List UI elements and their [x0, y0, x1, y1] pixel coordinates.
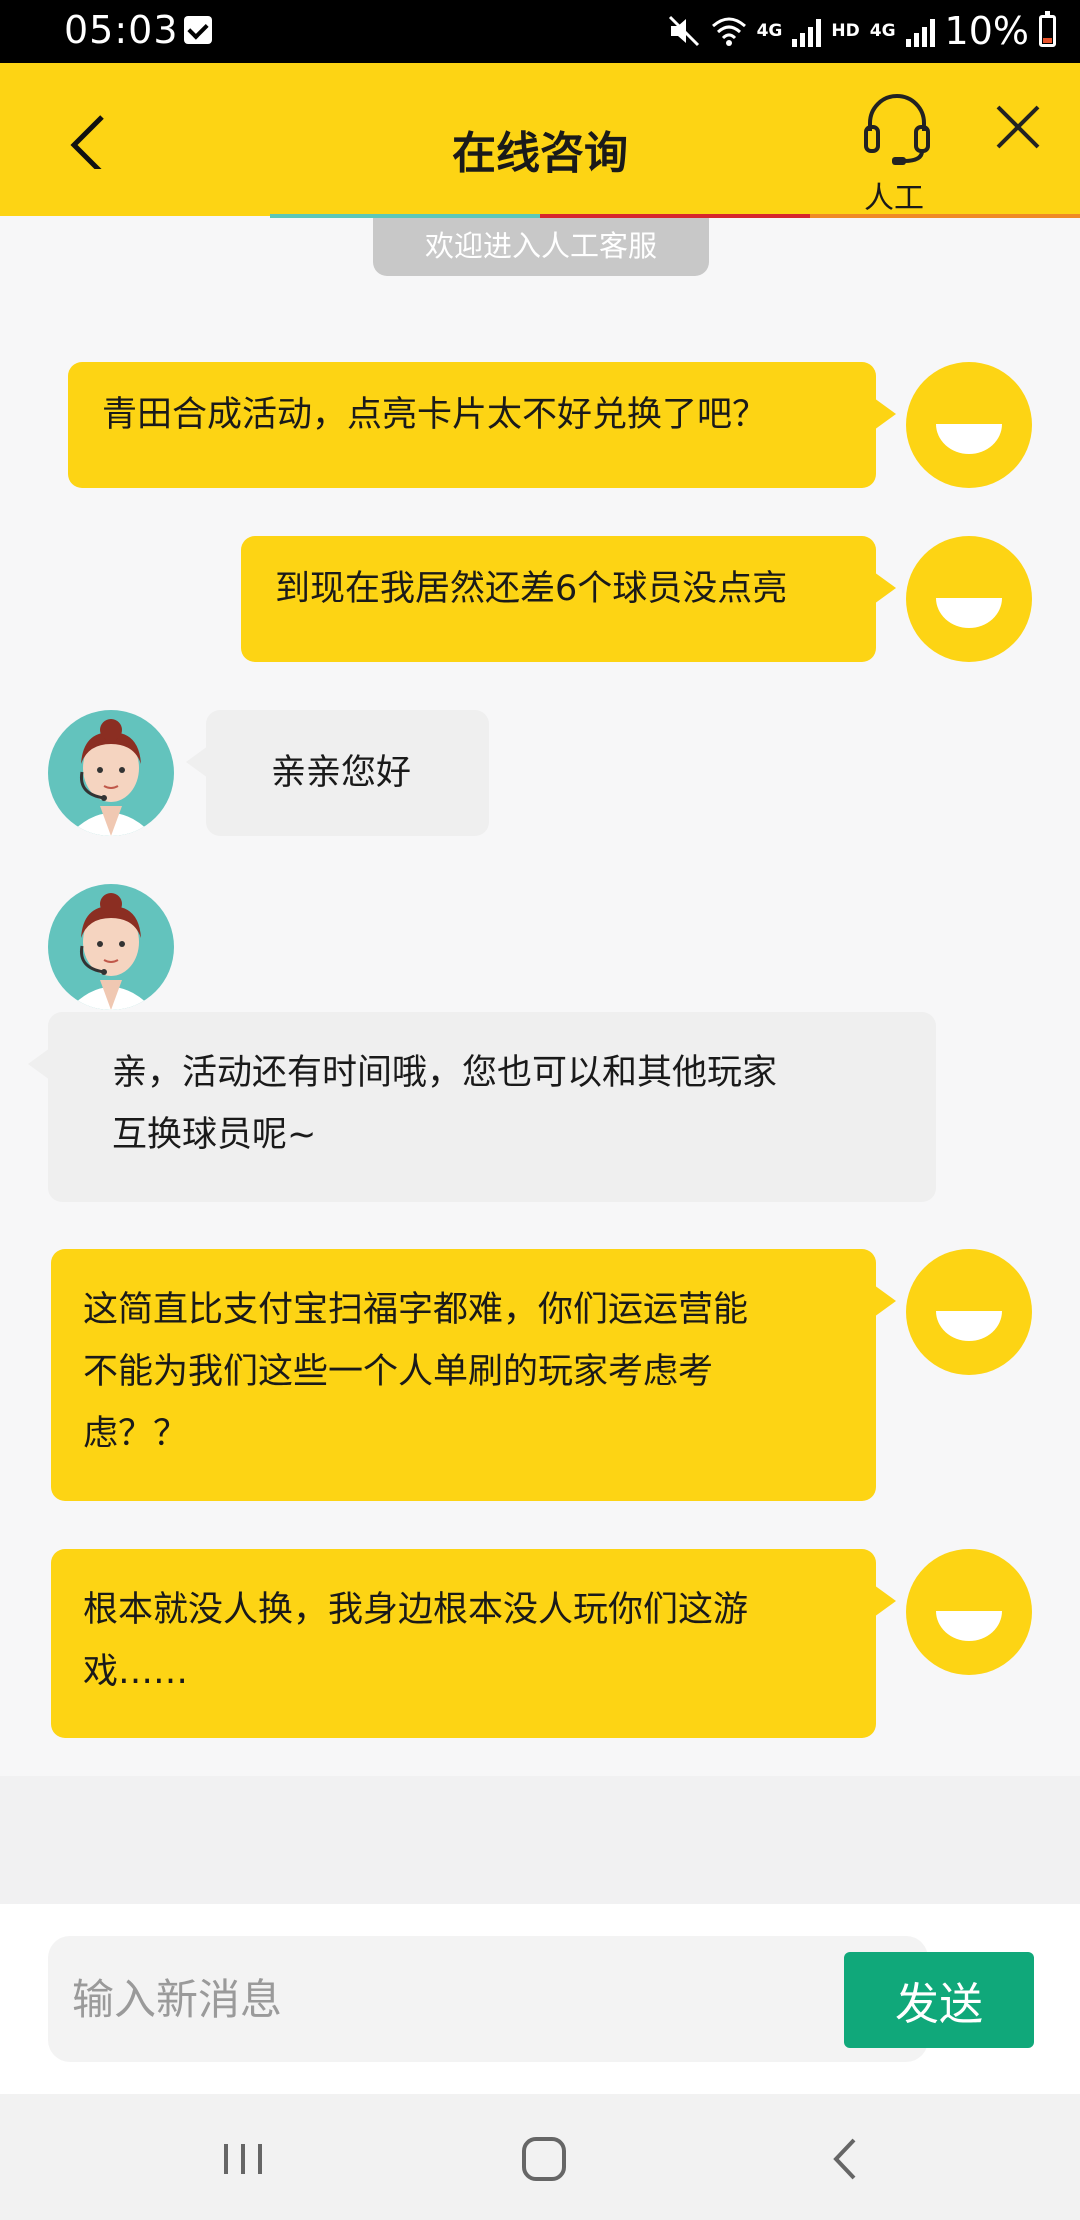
agent-avatar [48, 710, 174, 836]
message-line: 不能为我们这些一个人单刷的玩家考虑考 [83, 1352, 714, 1392]
mute-icon [668, 15, 699, 47]
message-line: 虑？？ [83, 1414, 189, 1454]
close-icon[interactable] [994, 103, 1042, 151]
status-bar: 05:03 4G HD 4G 10% [0, 0, 1080, 63]
status-icons: 4G HD 4G 10% [667, 6, 1056, 56]
headset-icon [864, 94, 930, 165]
system-notice: 欢迎进入人工客服 [373, 218, 709, 276]
message-line: 戏…… [83, 1652, 189, 1692]
agent-message-bubble[interactable]: 亲亲您好 [186, 710, 489, 836]
send-button[interactable]: 发送 [844, 1952, 1034, 2048]
chat-bottom-spacer [0, 1776, 1080, 1904]
user-avatar-smiley-icon [906, 1549, 1032, 1675]
user-avatar-smiley-icon [906, 362, 1032, 488]
message-text: 青田合成活动，点亮卡片太不好兑换了吧？ [102, 395, 768, 435]
system-navigation-bar [0, 2094, 1080, 2220]
user-avatar-smiley-icon [906, 1249, 1032, 1375]
user-message-bubble[interactable]: 到现在我居然还差6个球员没点亮 [241, 536, 896, 662]
network-type-2: 4G [869, 21, 896, 41]
message-line: 根本就没人换，我身边根本没人玩你们这游 [83, 1590, 749, 1630]
app-header: 在线咨询 人工 [0, 63, 1080, 216]
message-line: 互换球员呢~ [112, 1115, 317, 1155]
message-input[interactable] [48, 1936, 928, 2062]
human-agent-button[interactable]: 人工 [852, 93, 942, 216]
signal-icon [792, 15, 822, 47]
network-hd: HD [831, 21, 860, 41]
network-type-1: 4G [756, 21, 783, 41]
message-text: 到现在我居然还差6个球员没点亮 [275, 569, 788, 609]
battery-icon [1039, 11, 1056, 47]
recent-apps-icon[interactable] [208, 2124, 278, 2194]
user-avatar-smiley-icon [906, 536, 1032, 662]
message-input-bar: 发送 [0, 1904, 1080, 2094]
message-line: 这简直比支付宝扫福字都难，你们运运营能 [83, 1290, 749, 1330]
user-message-bubble[interactable]: 这简直比支付宝扫福字都难，你们运运营能 不能为我们这些一个人单刷的玩家考虑考 虑… [51, 1249, 896, 1501]
status-time: 05:03 [64, 8, 179, 52]
message-text: 亲亲您好 [271, 753, 412, 793]
human-agent-label: 人工 [864, 181, 924, 216]
home-icon[interactable] [509, 2124, 579, 2194]
user-message-bubble[interactable]: 根本就没人换，我身边根本没人玩你们这游 戏…… [51, 1549, 896, 1738]
wifi-icon [711, 17, 746, 46]
agent-message-bubble[interactable]: 亲，活动还有时间哦，您也可以和其他玩家 互换球员呢~ [28, 1012, 936, 1202]
agent-avatar [48, 884, 174, 1010]
user-message-bubble[interactable]: 青田合成活动，点亮卡片太不好兑换了吧？ [68, 362, 896, 488]
battery-percent: 10% [944, 9, 1029, 53]
signal-icon-2 [905, 15, 935, 47]
message-line: 亲，活动还有时间哦，您也可以和其他玩家 [112, 1053, 778, 1093]
notification-check-icon [184, 16, 212, 44]
nav-back-icon[interactable] [812, 2124, 882, 2194]
